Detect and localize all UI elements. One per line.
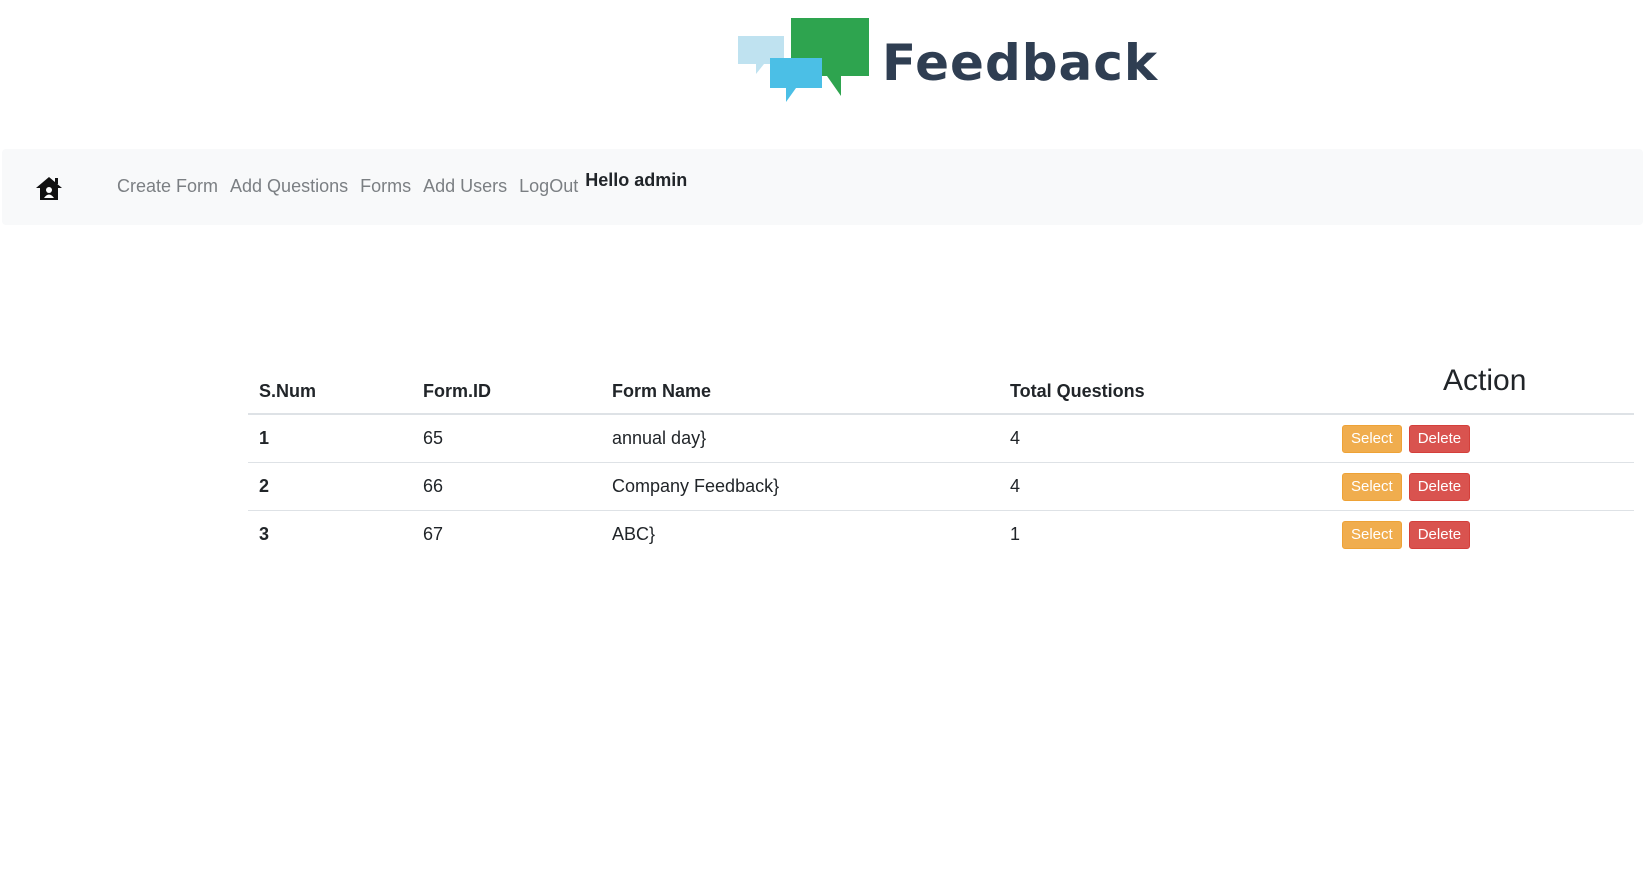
header: Feedback bbox=[0, 0, 1643, 140]
cell-form-id: 65 bbox=[412, 414, 601, 463]
nav-create-form[interactable]: Create Form bbox=[117, 175, 218, 197]
cell-snum: 1 bbox=[248, 414, 412, 463]
cell-total-questions: 4 bbox=[999, 462, 1331, 511]
cell-snum: 3 bbox=[259, 524, 270, 544]
table-row: 1 65 annual day} 4 Select Delete bbox=[248, 414, 1634, 463]
select-button[interactable]: Select bbox=[1342, 424, 1402, 453]
forms-table: S.Num Form.ID Form Name Total Questions … bbox=[248, 354, 1634, 558]
chat-bubbles-icon bbox=[738, 18, 869, 102]
header-form-name: Form Name bbox=[601, 354, 999, 415]
cell-snum: 2 bbox=[248, 462, 412, 511]
nav-forms[interactable]: Forms bbox=[360, 175, 411, 197]
cell-form-name: Company Feedback} bbox=[601, 462, 999, 511]
header-form-id: Form.ID bbox=[412, 354, 601, 415]
cell-actions: Select Delete bbox=[1331, 511, 1634, 559]
table-header-row: S.Num Form.ID Form Name Total Questions … bbox=[248, 354, 1634, 415]
header-total-questions: Total Questions bbox=[999, 354, 1331, 415]
cell-form-id: 67 bbox=[423, 524, 444, 544]
cell-total-questions: 1 bbox=[1010, 524, 1021, 544]
nav-add-users[interactable]: Add Users bbox=[423, 175, 507, 197]
select-button[interactable]: Select bbox=[1342, 472, 1402, 501]
delete-button[interactable]: Delete bbox=[1408, 424, 1471, 453]
cell-form-name: annual day} bbox=[601, 414, 999, 463]
home-icon[interactable] bbox=[35, 175, 63, 201]
header-action: Action bbox=[1331, 354, 1634, 415]
nav-links: Create Form Add Questions Forms Add User… bbox=[117, 170, 687, 197]
user-greeting: Hello admin bbox=[585, 170, 688, 190]
feedback-logo: Feedback bbox=[738, 16, 1158, 110]
table-row: 3 67 ABC} 1 Select Delete bbox=[248, 511, 1634, 559]
select-button[interactable]: Select bbox=[1342, 520, 1402, 549]
navbar: Create Form Add Questions Forms Add User… bbox=[2, 149, 1643, 225]
cell-form-name: ABC} bbox=[612, 524, 656, 544]
nav-add-questions[interactable]: Add Questions bbox=[230, 175, 348, 197]
delete-button[interactable]: Delete bbox=[1408, 520, 1471, 549]
header-snum: S.Num bbox=[248, 354, 412, 415]
table-row: 2 66 Company Feedback} 4 Select Delete bbox=[248, 462, 1634, 511]
nav-logout[interactable]: LogOut bbox=[519, 175, 578, 197]
cell-form-id: 66 bbox=[412, 462, 601, 511]
cell-total-questions: 4 bbox=[999, 414, 1331, 463]
delete-button[interactable]: Delete bbox=[1408, 472, 1471, 501]
cell-actions: Select Delete bbox=[1331, 414, 1634, 463]
cell-actions: Select Delete bbox=[1331, 462, 1634, 511]
logo-text: Feedback bbox=[882, 34, 1159, 92]
forms-table-container: S.Num Form.ID Form Name Total Questions … bbox=[248, 354, 1634, 558]
